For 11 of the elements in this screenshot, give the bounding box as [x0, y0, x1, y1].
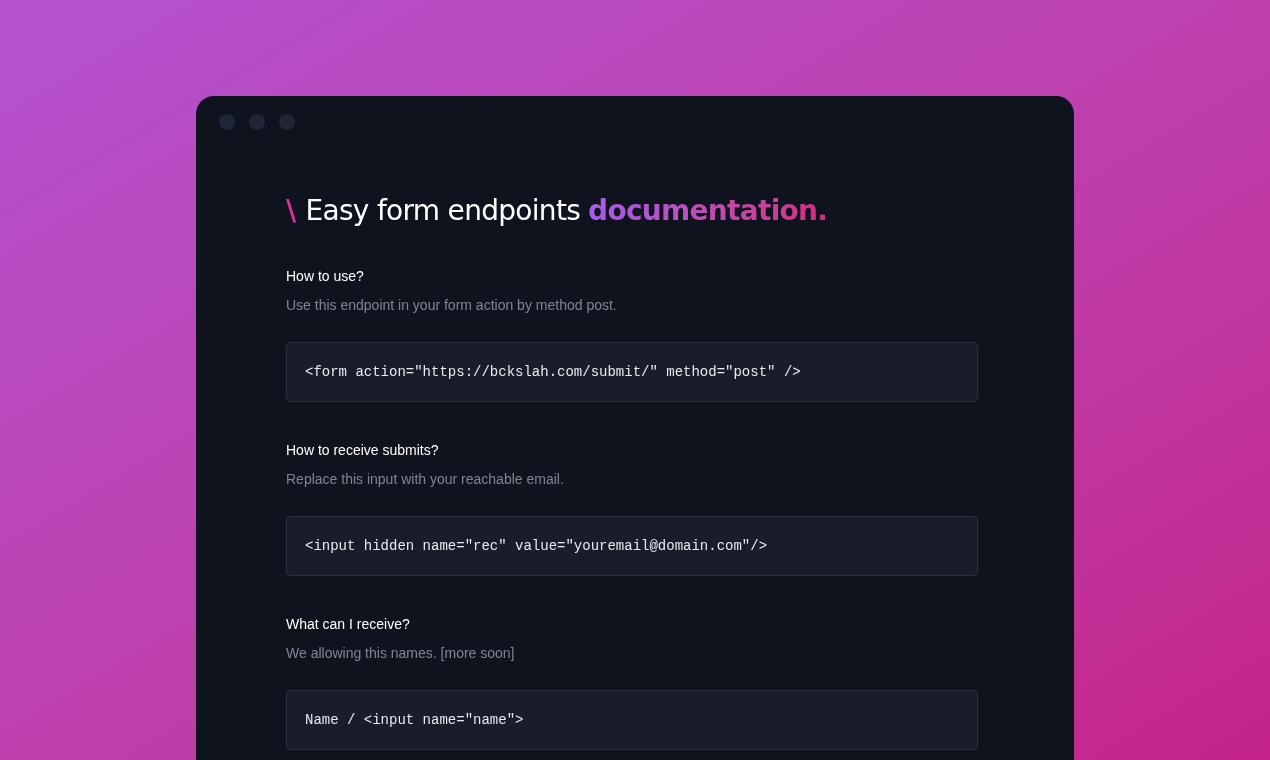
- section-heading: What can I receive?: [286, 615, 411, 634]
- code-block: <form action="https://bckslah.com/submit/" method="post" />: [286, 342, 978, 402]
- section-description: Use this endpoint in your form action by method post.: [286, 296, 618, 315]
- section-heading: How to use?: [286, 267, 365, 286]
- code-block: Name / <input name="name">: [286, 690, 978, 750]
- code-block: <input hidden name="rec" value="youremail@domain.com"/>: [286, 516, 978, 576]
- section-description: Replace this input with your reachable email.: [286, 470, 565, 489]
- page-title: Easy form endpoints: [305, 193, 581, 229]
- title-mark: \: [286, 193, 296, 229]
- section-heading: How to receive submits?: [286, 441, 440, 460]
- section-description: We allowing this names. [more soon]: [286, 644, 516, 663]
